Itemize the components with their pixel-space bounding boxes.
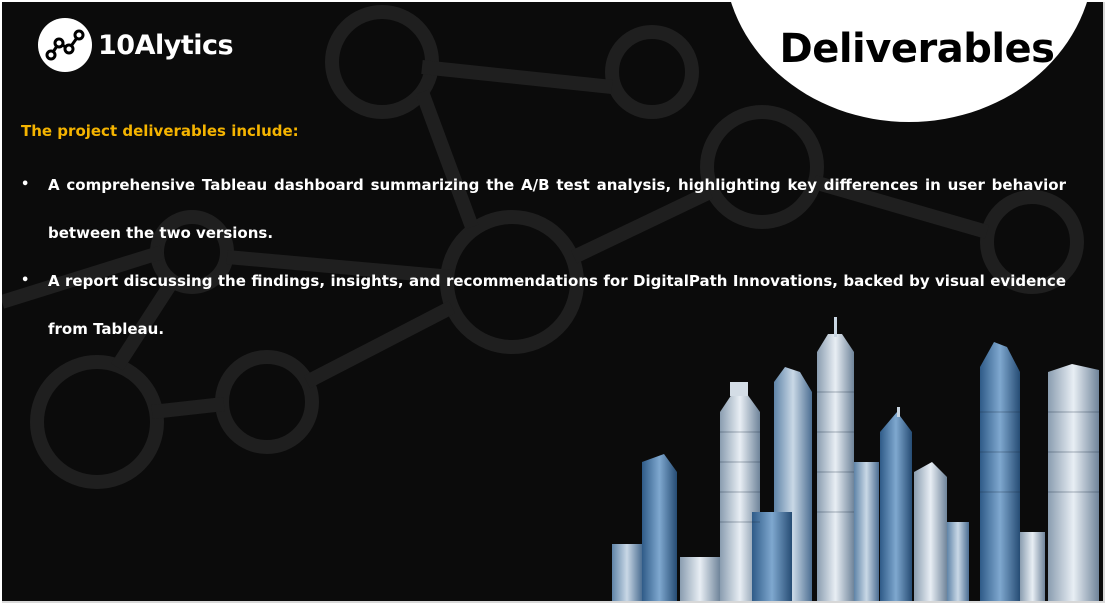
- bullet-marker: •: [21, 177, 30, 192]
- skyline-towers: [612, 317, 1099, 601]
- skyline-illustration: [612, 317, 1099, 601]
- logo-text: 10Alytics: [98, 29, 234, 61]
- list-item: • A comprehensive Tableau dashboard summ…: [21, 161, 1066, 257]
- intro-text: The project deliverables include:: [21, 122, 299, 140]
- brand-logo: 10Alytics: [38, 18, 234, 72]
- bullet-text: A comprehensive Tableau dashboard summar…: [48, 176, 1066, 242]
- bullet-marker: •: [21, 273, 30, 288]
- slide-title: Deliverables: [779, 26, 1055, 72]
- network-nodes-icon: [38, 18, 92, 72]
- slide: 10Alytics Deliverables The project deliv…: [2, 2, 1105, 603]
